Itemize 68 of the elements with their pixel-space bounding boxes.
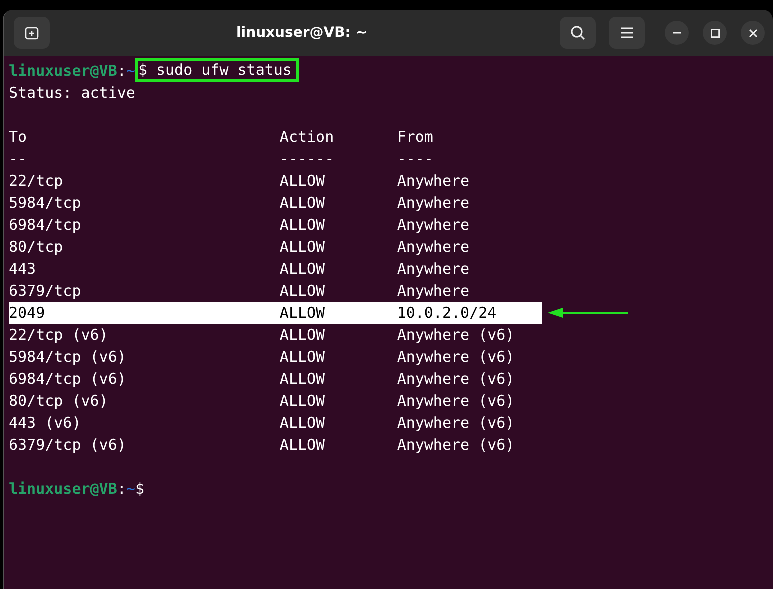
- prompt-separator: :: [117, 479, 126, 500]
- prompt-path: ~: [126, 479, 136, 500]
- table-cell-text: Anywhere: [397, 171, 471, 192]
- close-button[interactable]: [741, 21, 765, 45]
- header-rule-text: --: [9, 149, 28, 170]
- table-cell-text: ALLOW: [280, 281, 326, 302]
- table-cell-text: 2049: [9, 303, 46, 324]
- prompt-separator: :: [117, 61, 126, 82]
- table-cell-text: Anywhere (v6): [397, 413, 516, 434]
- table-cell-text: ALLOW: [280, 369, 326, 390]
- close-icon: [748, 28, 758, 38]
- table-cell-text: 5984/tcp (v6): [9, 347, 128, 368]
- prompt-path: ~: [126, 61, 136, 82]
- table-cell-text: Anywhere (v6): [397, 391, 516, 412]
- column-header: Action: [280, 127, 336, 148]
- column-header: From: [397, 127, 434, 148]
- menu-icon: [620, 27, 634, 39]
- table-cell-text: 5984/tcp: [9, 193, 82, 214]
- table-cell-text: ALLOW: [280, 347, 326, 368]
- table-cell-text: ALLOW: [280, 193, 326, 214]
- maximize-icon: [710, 28, 720, 38]
- table-cell-text: Anywhere (v6): [397, 347, 516, 368]
- prompt-user-host: linuxuser@VB: [9, 61, 118, 82]
- table-cell-text: Anywhere (v6): [397, 369, 516, 390]
- new-tab-button[interactable]: [14, 17, 50, 49]
- table-cell-text: 22/tcp (v6): [9, 325, 110, 346]
- table-cell-text: ALLOW: [280, 391, 326, 412]
- menu-button[interactable]: [609, 17, 645, 49]
- table-cell-text: 80/tcp: [9, 237, 64, 258]
- window-title: linuxuser@VB: ~: [236, 25, 368, 41]
- table-cell-text: 6379/tcp (v6): [9, 435, 128, 456]
- table-cell-text: 22/tcp: [9, 171, 64, 192]
- header-rule-text: ----: [397, 149, 434, 170]
- table-cell-text: Anywhere: [397, 259, 471, 280]
- table-cell-text: Anywhere (v6): [397, 435, 516, 456]
- table-cell-text: ALLOW: [280, 303, 326, 324]
- table-cell-text: 6379/tcp: [9, 281, 82, 302]
- table-cell-text: Anywhere (v6): [397, 325, 516, 346]
- minimize-button[interactable]: [665, 21, 689, 45]
- table-cell-text: 6984/tcp (v6): [9, 369, 128, 390]
- minimize-icon: [673, 32, 681, 34]
- column-header: To: [9, 127, 28, 148]
- command-text: sudo ufw status: [155, 60, 292, 78]
- table-cell-text: ALLOW: [280, 215, 326, 236]
- table-cell-text: ALLOW: [280, 325, 326, 346]
- table-cell-text: 10.0.2.0/24: [397, 303, 498, 324]
- search-icon: [570, 25, 586, 41]
- table-cell-text: ALLOW: [280, 413, 326, 434]
- prompt-symbol: $: [135, 479, 144, 500]
- table-cell-text: ALLOW: [280, 435, 326, 456]
- header-rule-text: ------: [280, 149, 336, 170]
- prompt-user-host: linuxuser@VB: [9, 479, 118, 500]
- table-cell-text: ALLOW: [280, 259, 326, 280]
- table-cell-text: 6984/tcp: [9, 215, 82, 236]
- table-cell-text: 80/tcp (v6): [9, 391, 110, 412]
- maximize-button[interactable]: [703, 21, 727, 45]
- table-cell-text: Anywhere: [397, 281, 471, 302]
- table-cell-text: ALLOW: [280, 171, 326, 192]
- status-text: Status: active: [9, 83, 136, 104]
- table-cell-text: Anywhere: [397, 193, 471, 214]
- table-cell-text: Anywhere: [397, 237, 471, 258]
- table-cell-text: Anywhere: [397, 215, 471, 236]
- search-button[interactable]: [560, 17, 596, 49]
- table-cell-text: ALLOW: [280, 237, 326, 258]
- table-cell-text: 443 (v6): [9, 413, 82, 434]
- prompt-symbol: $: [138, 60, 148, 78]
- new-tab-icon: [25, 26, 39, 40]
- table-cell-text: 443: [9, 259, 38, 280]
